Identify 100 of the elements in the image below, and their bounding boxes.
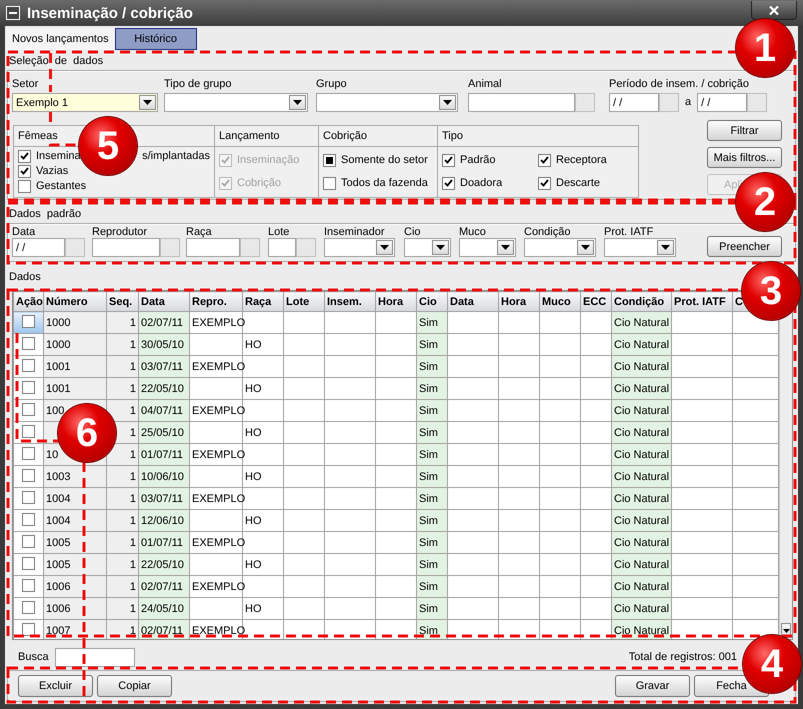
- table-cell: 02/07/11: [141, 316, 184, 328]
- table-cell: 1007: [46, 624, 70, 636]
- option-label: Doadora: [460, 177, 504, 189]
- table-cell: 24/05/10: [141, 602, 184, 614]
- table-cell: 04/07/11: [141, 404, 184, 416]
- table-cell: EXEMPLO: [192, 492, 246, 504]
- table-cell: Sim: [419, 382, 438, 394]
- table-cell: 100: [46, 404, 64, 416]
- table-cell: 1: [130, 338, 136, 350]
- field-label: Busca: [18, 651, 49, 663]
- table-cell: Cio Natural: [614, 514, 670, 526]
- table-cell: Sim: [419, 316, 438, 328]
- table-cell: Cio Natural: [614, 360, 670, 372]
- table-cell: 25/05/10: [141, 426, 184, 438]
- option-label: Vazias: [36, 165, 70, 177]
- table-cell: 02/07/11: [141, 580, 184, 592]
- table-cell: Sim: [419, 602, 438, 614]
- table-cell: Sim: [419, 360, 438, 372]
- table-cell: Sim: [419, 426, 438, 438]
- filter-heading: Cobrição: [319, 126, 437, 147]
- record-count: Total de registros: 001: [628, 651, 737, 663]
- table-cell: HO: [245, 382, 262, 394]
- table-cell: 03/07/11: [141, 492, 184, 504]
- field-label: Prot. IATF: [604, 226, 654, 238]
- option-label: Receptora: [556, 154, 607, 166]
- option-label: Gestantes: [36, 180, 86, 192]
- filter-heading: Tipo: [438, 126, 638, 147]
- table-cell: 03/07/11: [141, 360, 184, 372]
- table-cell: Cio Natural: [614, 316, 670, 328]
- table-cell: 1005: [46, 558, 70, 570]
- table-cell: 1: [130, 558, 136, 570]
- table-cell: EXEMPLO: [192, 448, 246, 460]
- table-cell: HO: [245, 602, 262, 614]
- option-label: s/implantadas: [142, 150, 210, 162]
- table-cell: 1: [130, 514, 136, 526]
- filter-heading: Lançamento: [215, 126, 318, 147]
- option-label: Somente do setor: [341, 154, 428, 166]
- table-cell: 1004: [46, 514, 70, 526]
- table-cell: 1: [130, 602, 136, 614]
- table-cell: Cio Natural: [614, 558, 670, 570]
- table-cell: HO: [245, 426, 262, 438]
- field-label: Raça: [186, 226, 213, 238]
- table-cell: 1: [130, 448, 136, 460]
- table-cell: 1006: [46, 580, 70, 592]
- table-cell: Sim: [419, 514, 438, 526]
- table-cell: EXEMPLO: [192, 624, 246, 636]
- table-cell: Cio Natural: [614, 448, 670, 460]
- table-cell: 30/05/10: [141, 338, 184, 350]
- field-label: Data: [12, 226, 36, 238]
- field-label: Setor: [12, 78, 40, 92]
- table-cell: 1000: [46, 316, 70, 328]
- table-cell: 10/06/10: [141, 470, 184, 482]
- table-cell: 1001: [46, 382, 70, 394]
- table-cell: Cio Natural: [614, 470, 670, 482]
- table-cell: 1001: [46, 360, 70, 372]
- table-cell: 1000: [46, 338, 70, 350]
- table-cell: Sim: [419, 558, 438, 570]
- table-cell: 10: [46, 448, 58, 460]
- table-cell: HO: [245, 338, 262, 350]
- table-cell: 01/07/11: [141, 536, 184, 548]
- table-cell: Cio Natural: [614, 338, 670, 350]
- table-cell: 01/07/11: [141, 448, 184, 460]
- field-label: Grupo: [316, 78, 348, 92]
- field-label: Inseminador: [324, 226, 386, 238]
- option-label: Padrão: [460, 154, 496, 166]
- table-cell: Sim: [419, 492, 438, 504]
- field-label: Cio: [404, 226, 422, 238]
- table-cell: 1: [130, 360, 136, 372]
- range-separator: a: [685, 95, 692, 110]
- table-cell: 1005: [46, 536, 70, 548]
- table-cell: EXEMPLO: [192, 316, 246, 328]
- table-cell: 1006: [46, 602, 70, 614]
- table-cell: Sim: [419, 448, 438, 460]
- table-cell: 1: [130, 536, 136, 548]
- table-cell: Cio Natural: [614, 536, 670, 548]
- table-cell: 02/07/11: [141, 624, 184, 636]
- table-cell: Cio Natural: [614, 426, 670, 438]
- table-cell: 1004: [46, 492, 70, 504]
- table-cell: 1: [130, 492, 136, 504]
- field-label: Lote: [268, 226, 290, 238]
- table-cell: 1: [130, 470, 136, 482]
- table-cell: 1: [130, 580, 136, 592]
- table-cell: Cio Natural: [614, 602, 670, 614]
- field-label: Condição: [524, 226, 572, 238]
- table-cell: 22/05/10: [141, 382, 184, 394]
- table-cell: Cio Natural: [614, 580, 670, 592]
- table-cell: 1: [130, 404, 136, 416]
- field-label: Muco: [459, 226, 487, 238]
- table-cell: Sim: [419, 470, 438, 482]
- table-cell: EXEMPLO: [192, 536, 246, 548]
- table-cell: EXEMPLO: [192, 360, 246, 372]
- table-cell: Cio Natural: [614, 404, 670, 416]
- table-cell: Sim: [419, 624, 438, 636]
- option-label: Cobrição: [237, 177, 282, 189]
- table-cell: Sim: [419, 580, 438, 592]
- group-title: Seleção de dados: [8, 54, 104, 69]
- table-cell: HO: [245, 558, 262, 570]
- table-cell: 1: [130, 316, 136, 328]
- table-cell: 1003: [46, 470, 70, 482]
- field-label: Reprodutor: [92, 226, 148, 238]
